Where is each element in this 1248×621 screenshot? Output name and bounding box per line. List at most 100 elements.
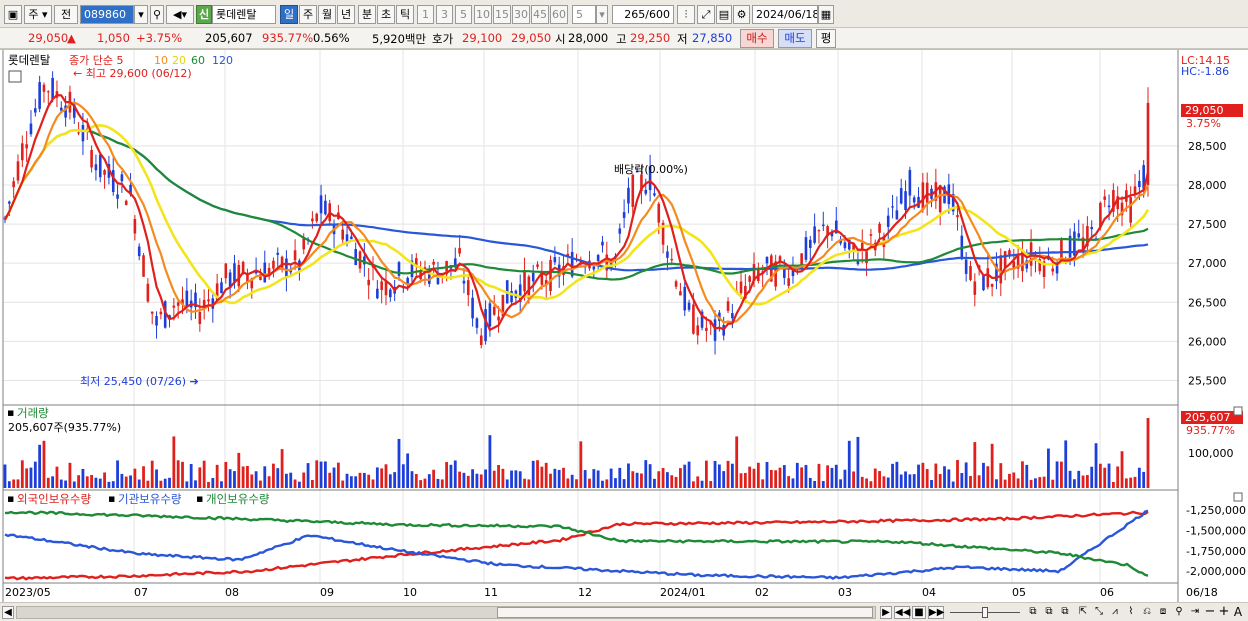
candle-body [34,108,37,113]
code-dropdown-icon[interactable]: ▾ [134,5,148,24]
speaker-icon[interactable]: ◀▾ [166,5,194,24]
ma-20-label: 20 [172,54,186,67]
y-tick-label: 27,500 [1188,218,1227,231]
period-main-select[interactable]: 주 ▾ [24,5,52,24]
table-icon[interactable] [8,70,22,83]
candle-body [982,275,985,291]
volume-bar [826,465,830,488]
tab-weekly[interactable]: 주 [299,5,317,24]
volume-bar [142,466,145,488]
zoom-in-button[interactable]: + [1218,605,1230,619]
volume-bar [207,481,210,488]
stock-code-input[interactable]: 089860 [80,5,134,24]
interval-1[interactable]: 1 [417,5,434,24]
volume-bar [98,478,102,488]
volume-bar [752,468,756,488]
search-icon[interactable]: ⚲ [150,5,164,24]
rewind-button[interactable]: ◀◀ [894,606,910,619]
panel-icon-2[interactable]: ⧉ [1042,606,1056,619]
gear-icon[interactable]: ⚙ [733,5,750,24]
export-icon[interactable]: ⇥ [1188,606,1202,619]
eval-button[interactable]: 평 [816,29,836,48]
tab-second[interactable]: 초 [377,5,395,24]
magnet-icon[interactable]: ⎌ [1140,606,1154,619]
line-tool-icon[interactable]: ⤢ [697,5,715,24]
cursor-icon[interactable]: ⇱ [1076,606,1090,619]
chart-area[interactable]: 롯데렌탈 종가 단순 5 10 20 60 120 ← 최고 29,600 (0… [0,49,1248,603]
tab-tick[interactable]: 틱 [396,5,414,24]
search-chart-icon[interactable]: ⚲ [1172,606,1186,619]
turnover: 0.56% [313,31,350,45]
candle-body [46,91,50,93]
ma-title: 종가 단순 5 [69,54,123,67]
zoom-out-button[interactable]: − [1204,605,1216,619]
holding-close-icon[interactable] [1233,492,1243,502]
interval-3[interactable]: 3 [436,5,453,24]
prev-button[interactable]: 전 [54,5,78,24]
interval-input[interactable]: 5 [572,5,596,24]
volume-close-icon[interactable] [1233,406,1243,416]
candle-settings-icon[interactable]: ⫶ [677,5,695,24]
calendar-icon[interactable]: ▦ [818,5,834,24]
date-field[interactable]: 2024/06/18 [752,5,818,24]
individual-holding-label: 개인보유수량 [206,492,270,506]
tab-monthly[interactable]: 월 [318,5,336,24]
count-field[interactable]: 265/600 [612,5,674,24]
lock-icon[interactable]: ⧈ [1156,606,1170,619]
volume-bar [1008,473,1011,488]
panel-icon-3[interactable]: ⧉ [1058,606,1072,619]
auto-scale-button[interactable]: A [1232,606,1244,619]
tab-minute[interactable]: 분 [358,5,376,24]
volume-bar [202,460,206,488]
volume-bar [267,476,271,488]
volume-bar [804,464,808,488]
draw-icon[interactable]: ⌇ [1124,606,1138,619]
volume-bar [679,468,682,488]
volume-bar [700,480,704,488]
stock-name-field[interactable]: 롯데렌탈 [212,5,276,24]
tab-yearly[interactable]: 년 [337,5,355,24]
scroll-thumb[interactable] [497,607,873,618]
zoom-slider-handle[interactable] [982,607,988,618]
scroll-left-button[interactable]: ◀ [2,606,14,619]
low-annotation: 최저 25,450 (07/26) ➔ [80,375,199,388]
zoom-icon[interactable]: ⤡ [1092,606,1106,619]
x-axis-right-label: 06/18 [1186,586,1218,599]
buy-button[interactable]: 매수 [740,29,774,48]
sell-button[interactable]: 매도 [778,29,812,48]
interval-60[interactable]: 60 [550,5,568,24]
candle-body [679,291,682,296]
candle-body [536,264,539,267]
candle-body [523,270,526,292]
interval-30[interactable]: 30 [512,5,530,24]
ma-60-label: 60 [191,54,205,67]
pattern-icon[interactable]: ⩘ [1108,606,1122,619]
interval-45[interactable]: 45 [531,5,549,24]
x-tick-label: 11 [484,586,498,599]
panel-icon-1[interactable]: ⧉ [1026,606,1040,619]
volume-bar [323,461,327,488]
x-tick-label: 05 [1012,586,1026,599]
scroll-track[interactable] [16,606,876,619]
interval-dropdown-icon[interactable]: ▾ [596,5,608,24]
y-tick-label: 28,500 [1188,140,1227,153]
stock-chart[interactable]: 롯데렌탈 종가 단순 5 10 20 60 120 ← 최고 29,600 (0… [0,50,1248,603]
tab-daily[interactable]: 일 [280,5,298,24]
svg-text:▪: ▪ [108,492,115,505]
candle-body [1003,251,1007,269]
volume-bar [410,471,414,488]
volume-bar [25,468,29,488]
save-icon[interactable]: ▤ [716,5,732,24]
fast-forward-button[interactable]: ▶▶ [928,606,944,619]
layout-icon[interactable]: ▣ [4,5,22,24]
volume-bar [90,474,93,488]
volume-bar [367,474,371,488]
interval-15[interactable]: 15 [493,5,511,24]
candle-body [466,280,470,296]
scroll-right-button[interactable]: ▶ [880,606,892,619]
volume-bar [488,435,492,488]
volume-bar [384,464,388,488]
interval-10[interactable]: 10 [474,5,492,24]
interval-5[interactable]: 5 [455,5,472,24]
stop-button[interactable]: ■ [912,606,926,619]
